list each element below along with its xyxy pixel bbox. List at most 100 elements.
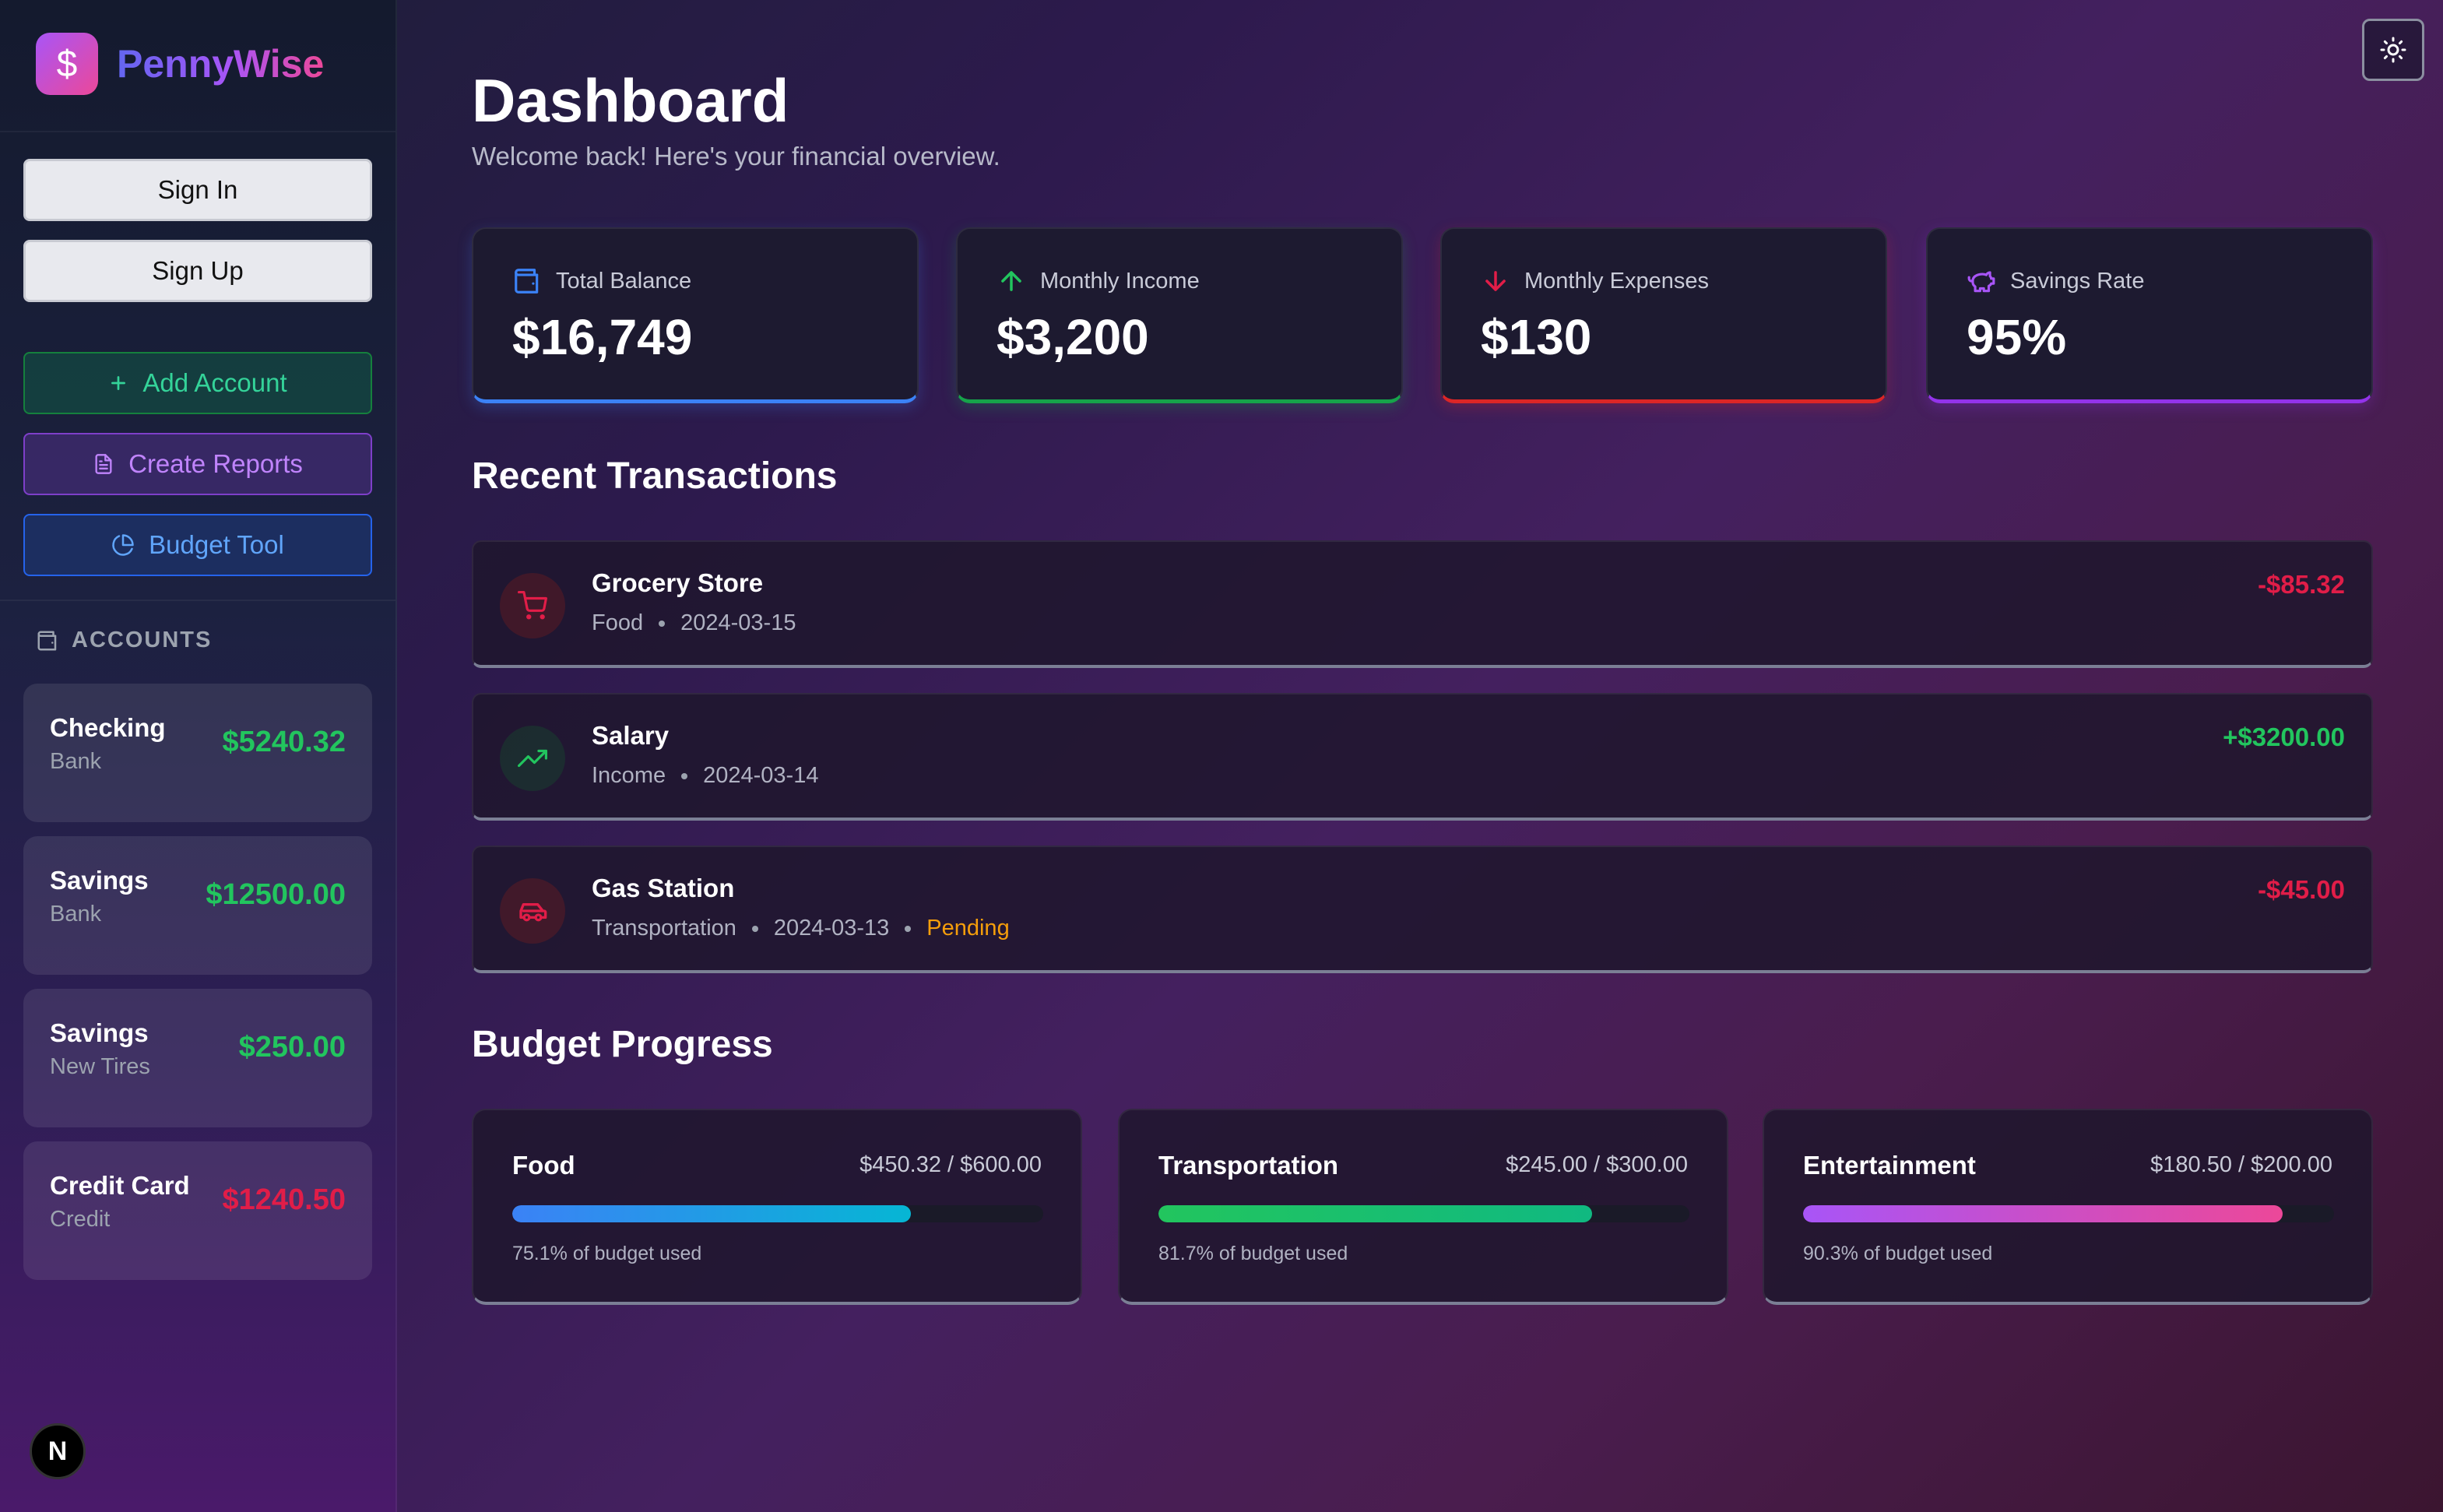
account-card[interactable]: Savings New Tires $250.00	[23, 989, 372, 1127]
separator-dot	[905, 925, 912, 932]
add-account-label: Add Account	[142, 368, 287, 397]
budget-name: Transportation	[1158, 1151, 1339, 1180]
transaction-name: Salary	[592, 721, 670, 750]
transaction-row[interactable]: Gas Station Transportation 2024-03-13 Pe…	[472, 846, 2373, 973]
wallet-icon	[512, 266, 542, 296]
wallet-icon	[36, 629, 59, 652]
account-type: Bank	[50, 902, 102, 927]
budget-progress-track	[1803, 1205, 2334, 1222]
account-name: Savings	[50, 1018, 149, 1047]
transaction-name: Grocery Store	[592, 568, 764, 597]
account-name: Checking	[50, 713, 166, 742]
budget-note: 75.1% of budget used	[512, 1243, 702, 1264]
transaction-date: 2024-03-13	[773, 916, 890, 941]
transaction-row[interactable]: Salary Income 2024-03-14 +$3200.00	[472, 693, 2373, 821]
stat-value: 95%	[1967, 309, 2067, 365]
transaction-date: 2024-03-15	[680, 610, 796, 635]
stat-label: Monthly Expenses	[1524, 268, 1709, 294]
stat-value: $16,749	[512, 309, 693, 365]
account-name: Savings	[50, 866, 149, 895]
divider	[0, 131, 395, 132]
sign-in-button[interactable]: Sign In	[23, 159, 372, 221]
add-account-button[interactable]: Add Account	[23, 352, 372, 414]
budget-note: 90.3% of budget used	[1803, 1243, 1993, 1264]
transaction-meta: Income 2024-03-14	[592, 763, 818, 789]
budget-note: 81.7% of budget used	[1158, 1243, 1348, 1264]
budget-amount: $245.00 / $300.00	[1506, 1152, 1688, 1177]
sun-icon	[2379, 36, 2407, 64]
budget-name: Entertainment	[1803, 1151, 1976, 1180]
stat-value: $130	[1481, 309, 1592, 365]
separator-dot	[659, 620, 666, 627]
budget-progress-fill	[1803, 1205, 2283, 1222]
transaction-amount: -$85.32	[2258, 570, 2345, 599]
account-card[interactable]: Credit Card Credit $1240.50	[23, 1141, 372, 1280]
account-balance: $12500.00	[206, 878, 346, 911]
budget-tool-button[interactable]: Budget Tool	[23, 514, 372, 576]
budget-name: Food	[512, 1151, 575, 1180]
account-card[interactable]: Checking Bank $5240.32	[23, 684, 372, 822]
stat-value: $3,200	[997, 309, 1149, 365]
budget-progress-track	[1158, 1205, 1689, 1222]
account-type: New Tires	[50, 1054, 150, 1079]
transaction-row[interactable]: Grocery Store Food 2024-03-15 -$85.32	[472, 540, 2373, 668]
shopping-cart-icon	[500, 573, 565, 638]
stat-label-row: Monthly Expenses	[1481, 266, 1709, 296]
budget-tool-label: Budget Tool	[149, 530, 284, 559]
budget-progress-fill	[512, 1205, 912, 1222]
stat-label: Monthly Income	[1040, 268, 1200, 294]
plus-icon	[108, 373, 128, 393]
trending-up-icon	[500, 726, 565, 791]
transaction-category: Food	[592, 610, 644, 635]
transaction-date: 2024-03-14	[703, 763, 819, 788]
stat-card-total-balance: Total Balance $16,749	[472, 227, 919, 403]
account-name: Credit Card	[50, 1171, 190, 1200]
separator-dot	[681, 772, 688, 779]
pie-chart-icon	[111, 533, 135, 557]
dollar-logo-icon: $	[36, 33, 98, 95]
transactions-title: Recent Transactions	[472, 455, 838, 497]
create-reports-button[interactable]: Create Reports	[23, 433, 372, 495]
sidebar: $ PennyWise Sign In Sign Up Add Account …	[0, 0, 397, 1512]
page-title: Dashboard	[472, 66, 789, 135]
stat-card-monthly-expenses: Monthly Expenses $130	[1440, 227, 1887, 403]
transaction-category: Transportation	[592, 916, 736, 941]
accounts-heading: ACCOUNTS	[36, 628, 212, 653]
transaction-amount: +$3200.00	[2223, 723, 2345, 751]
arrow-up-icon	[997, 266, 1026, 296]
budget-progress-track	[512, 1205, 1043, 1222]
create-reports-label: Create Reports	[128, 449, 303, 478]
account-type: Credit	[50, 1207, 111, 1232]
brand-name: PennyWise	[117, 42, 325, 86]
stat-card-savings-rate: Savings Rate 95%	[1926, 227, 2373, 403]
budget-progress-title: Budget Progress	[472, 1024, 773, 1065]
budget-amount: $450.32 / $600.00	[859, 1152, 1042, 1177]
accounts-heading-label: ACCOUNTS	[72, 628, 213, 652]
framework-badge[interactable]: N	[30, 1423, 86, 1479]
theme-toggle-button[interactable]	[2362, 19, 2424, 81]
separator-dot	[751, 925, 758, 932]
account-balance: $250.00	[238, 1031, 346, 1064]
budget-card: Food $450.32 / $600.00 75.1% of budget u…	[472, 1109, 1082, 1305]
stat-card-monthly-income: Monthly Income $3,200	[956, 227, 1403, 403]
transaction-meta: Transportation 2024-03-13 Pending	[592, 916, 1010, 941]
brand[interactable]: $ PennyWise	[36, 33, 324, 95]
account-card[interactable]: Savings Bank $12500.00	[23, 836, 372, 975]
stat-label: Total Balance	[556, 268, 692, 294]
stat-label: Savings Rate	[2010, 268, 2145, 294]
divider	[0, 600, 395, 601]
page-subtitle: Welcome back! Here's your financial over…	[472, 142, 1000, 171]
stat-label-row: Savings Rate	[1967, 266, 2145, 296]
transaction-category: Income	[592, 763, 666, 788]
arrow-down-icon	[1481, 266, 1510, 296]
stat-label-row: Monthly Income	[997, 266, 1200, 296]
transaction-amount: -$45.00	[2258, 875, 2345, 904]
document-icon	[93, 453, 114, 475]
piggy-bank-icon	[1967, 266, 1996, 296]
stat-label-row: Total Balance	[512, 266, 691, 296]
budget-card: Transportation $245.00 / $300.00 81.7% o…	[1118, 1109, 1728, 1305]
car-icon	[500, 878, 565, 944]
sign-up-button[interactable]: Sign Up	[23, 240, 372, 302]
account-type: Bank	[50, 749, 102, 774]
budget-progress-fill	[1158, 1205, 1593, 1222]
